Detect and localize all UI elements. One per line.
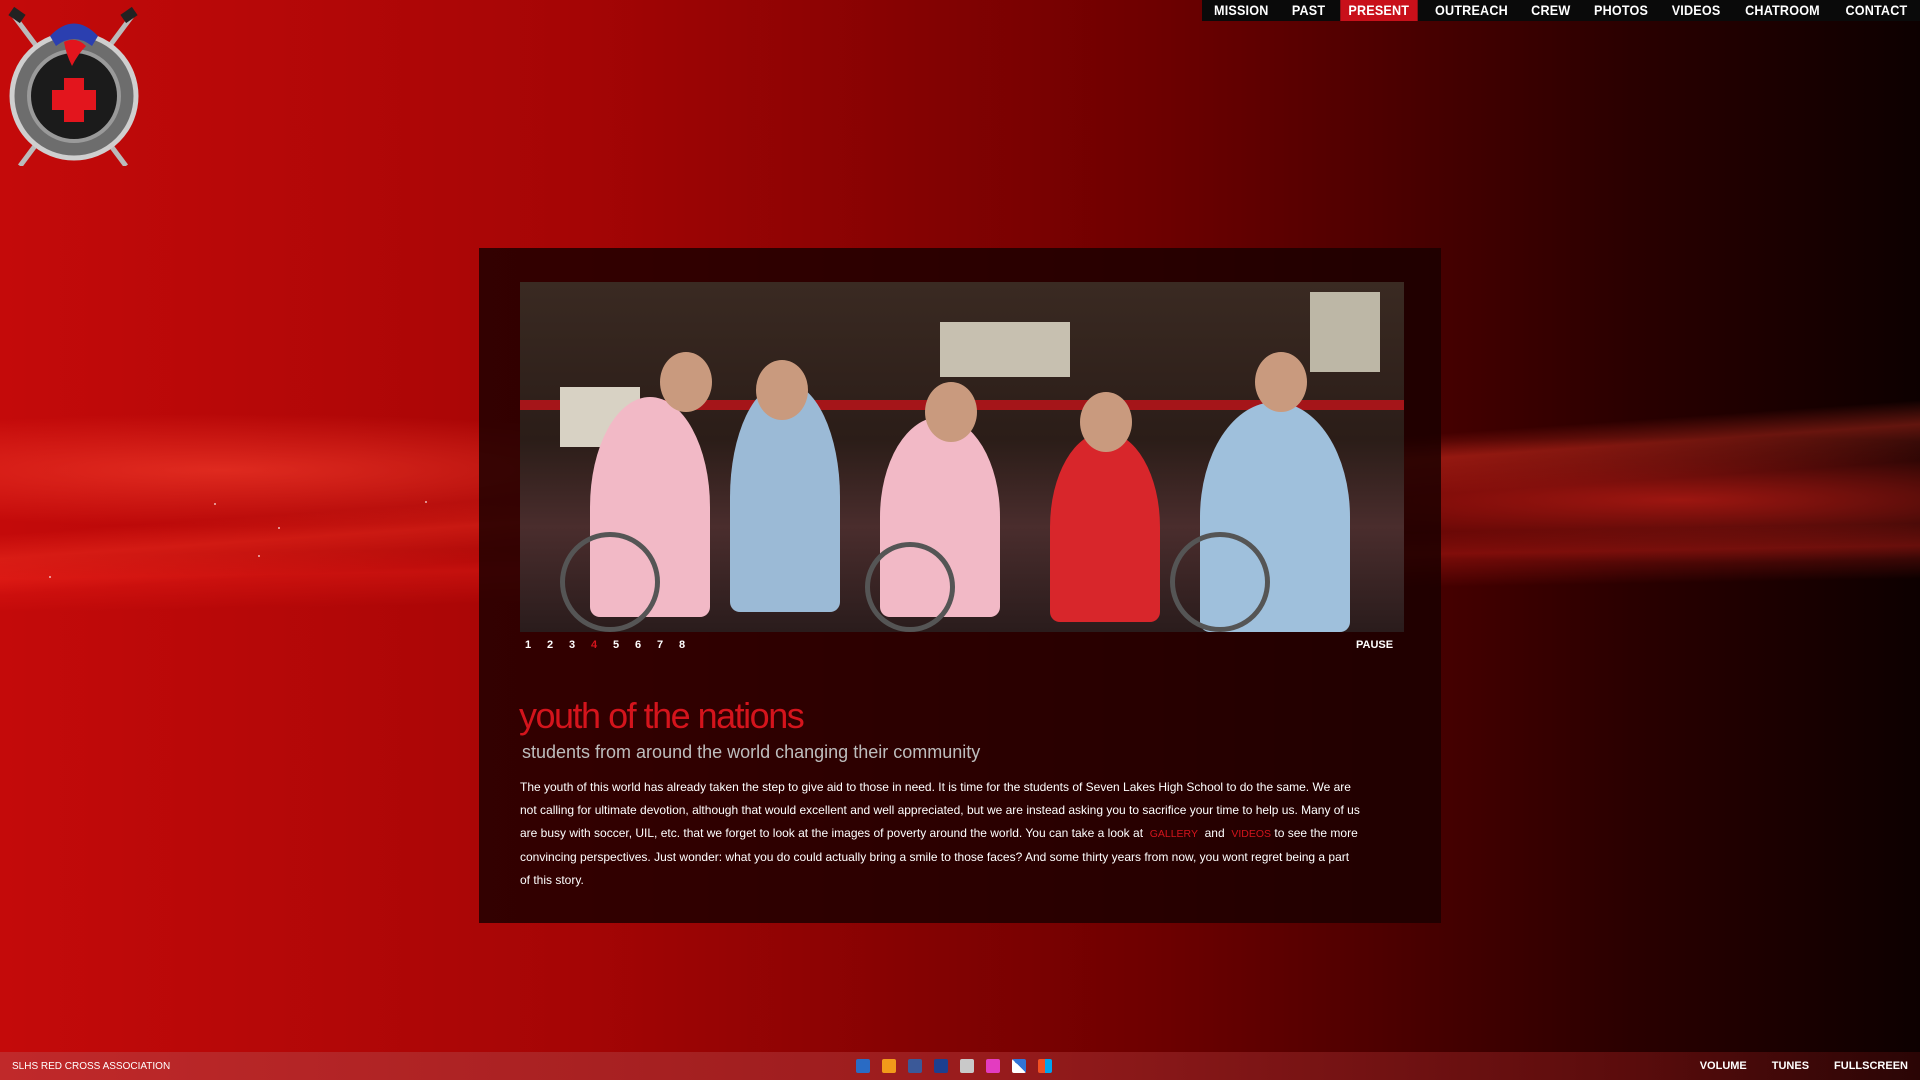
slide-page-6[interactable]: 6: [635, 639, 657, 651]
nav-item-mission[interactable]: MISSION: [1206, 0, 1277, 21]
page-subtitle: students from around the world changing …: [522, 742, 981, 762]
nav-item-chatroom[interactable]: CHATROOM: [1737, 0, 1828, 21]
delicious-icon[interactable]: [856, 1059, 870, 1073]
flickr-icon[interactable]: [986, 1059, 1000, 1073]
footer-brand: SLHS RED CROSS ASSOCIATION: [12, 1061, 171, 1072]
footer-bar: SLHS RED CROSS ASSOCIATION VOLUME TUNES …: [0, 1052, 1920, 1080]
windows-live-icon[interactable]: [1038, 1059, 1052, 1073]
slideshow-photo: [520, 282, 1404, 632]
slide-page-5[interactable]: 5: [613, 639, 635, 651]
videos-link[interactable]: VIDEOS: [1231, 828, 1271, 840]
gallery-link[interactable]: GALLERY: [1150, 828, 1198, 840]
nav-item-photos[interactable]: PHOTOS: [1586, 0, 1656, 21]
player-controls: VOLUME TUNES FULLSCREEN: [1675, 1060, 1908, 1072]
top-navigation: MISSION PAST PRESENT OUTREACH CREW PHOTO…: [1202, 0, 1920, 21]
nav-item-contact[interactable]: CONTACT: [1838, 0, 1916, 21]
page-title: youth of the nations: [519, 695, 805, 736]
content-panel: 1 2 3 4 5 6 7 8 PAUSE youth of the natio…: [479, 248, 1441, 923]
volume-button[interactable]: VOLUME: [1700, 1060, 1747, 1072]
nav-item-videos[interactable]: VIDEOS: [1664, 0, 1729, 21]
pause-button[interactable]: PAUSE: [1356, 639, 1393, 651]
slideshow-pager: 1 2 3 4 5 6 7 8: [525, 639, 701, 651]
nav-item-past[interactable]: PAST: [1284, 0, 1334, 21]
and-text: and: [1204, 826, 1225, 840]
myspace-icon[interactable]: [934, 1059, 948, 1073]
slide-page-8[interactable]: 8: [679, 639, 701, 651]
digg-icon[interactable]: [960, 1059, 974, 1073]
rss-icon[interactable]: [882, 1059, 896, 1073]
facebook-icon[interactable]: [908, 1059, 922, 1073]
nav-item-present[interactable]: PRESENT: [1340, 0, 1418, 21]
nav-item-crew[interactable]: CREW: [1524, 0, 1579, 21]
fullscreen-button[interactable]: FULLSCREEN: [1834, 1060, 1908, 1072]
slide-page-7[interactable]: 7: [657, 639, 679, 651]
slide-page-2[interactable]: 2: [547, 639, 569, 651]
social-icons: [856, 1059, 1064, 1073]
slide-page-3[interactable]: 3: [569, 639, 591, 651]
red-cross-shield-logo[interactable]: [6, 6, 140, 168]
nav-item-outreach[interactable]: OUTREACH: [1426, 0, 1515, 21]
tunes-button[interactable]: TUNES: [1772, 1060, 1809, 1072]
body-text: The youth of this world has already take…: [520, 776, 1360, 892]
delicious-squares-icon[interactable]: [1012, 1059, 1026, 1073]
slide-page-1[interactable]: 1: [525, 639, 547, 651]
slide-page-4[interactable]: 4: [591, 639, 613, 651]
